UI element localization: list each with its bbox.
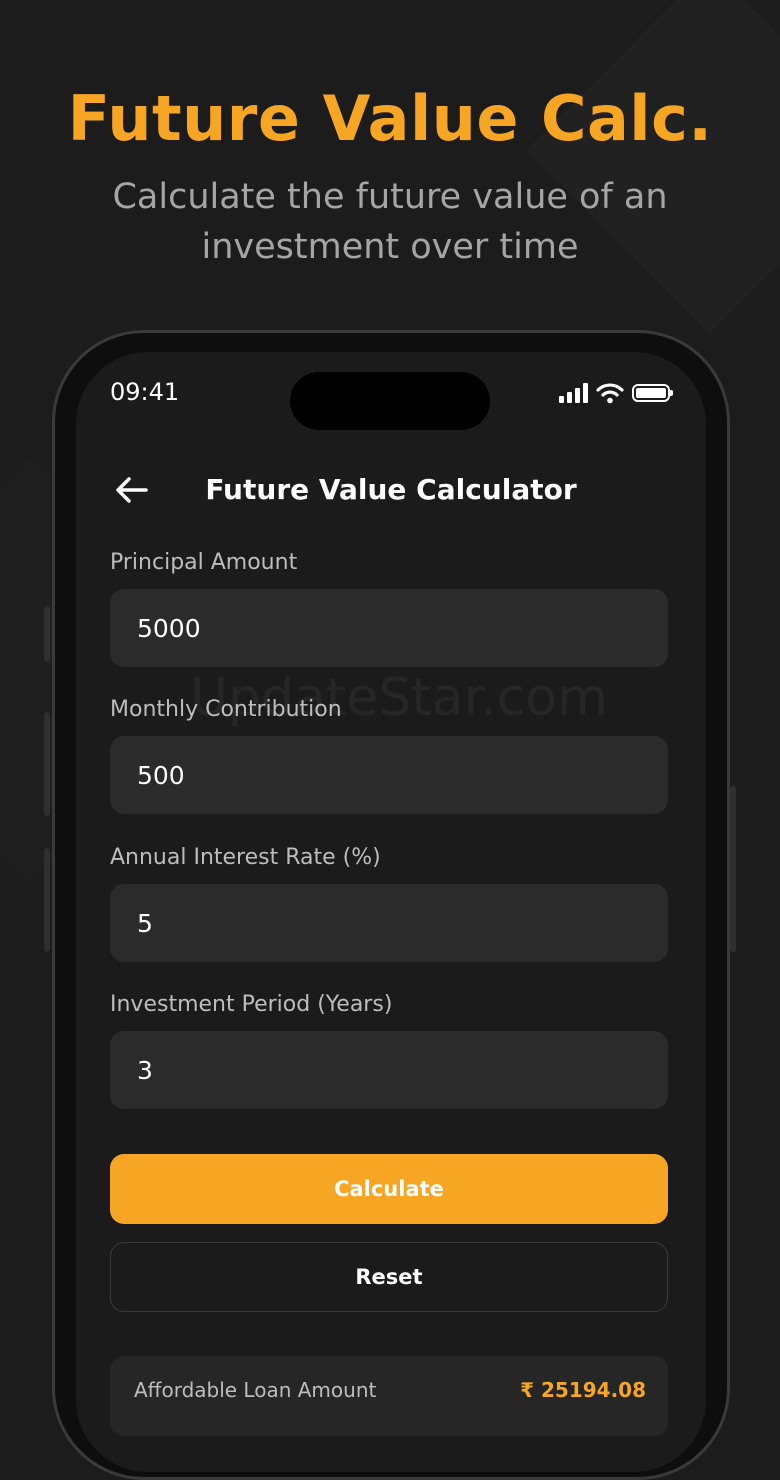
phone-volume-up: [44, 712, 50, 816]
wifi-icon: [596, 383, 624, 404]
dynamic-island: [290, 372, 490, 430]
status-icons: [559, 382, 673, 404]
result-card: Affordable Loan Amount ₹ 25194.08: [110, 1356, 668, 1436]
hero-title: Future Value Calc.: [67, 82, 713, 155]
calculate-button[interactable]: Calculate: [110, 1154, 668, 1224]
principal-label: Principal Amount: [110, 550, 298, 575]
phone-silent-switch: [44, 606, 50, 662]
interest-rate-input[interactable]: [110, 884, 668, 962]
principal-input[interactable]: [110, 589, 668, 667]
page-title: Future Value Calculator: [205, 473, 577, 506]
watermark: UpdateStar.com: [190, 668, 608, 728]
status-time: 09:41: [110, 378, 180, 406]
result-value: ₹ 25194.08: [520, 1378, 646, 1402]
reset-button[interactable]: Reset: [110, 1242, 668, 1312]
monthly-contribution-input[interactable]: [110, 736, 668, 814]
phone-volume-down: [44, 848, 50, 952]
result-label: Affordable Loan Amount: [134, 1378, 377, 1402]
signal-icon: [559, 383, 588, 403]
phone-power-button: [730, 786, 736, 952]
background-decoration: [526, 0, 780, 334]
investment-period-label: Investment Period (Years): [110, 992, 393, 1017]
interest-rate-label: Annual Interest Rate (%): [110, 845, 381, 870]
phone-screen: 09:41 Future Value Calculator Principal …: [76, 352, 706, 1472]
investment-period-input[interactable]: [110, 1031, 668, 1109]
battery-icon: [632, 384, 673, 402]
hero-subtitle: Calculate the future value of an investm…: [112, 177, 668, 267]
